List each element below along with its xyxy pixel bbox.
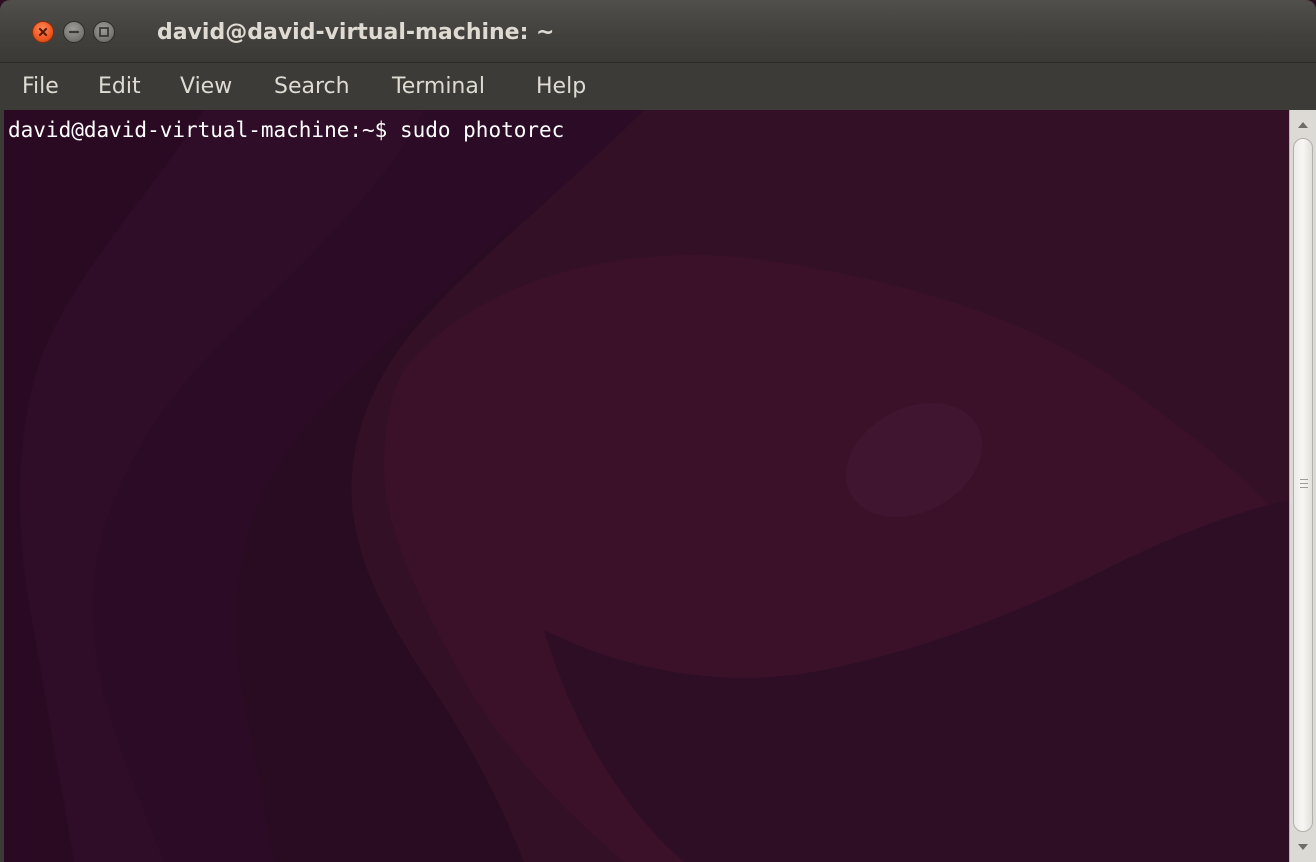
title-bar[interactable]: david@david-virtual-machine: ~ [0,0,1316,62]
menu-terminal[interactable]: Terminal [392,71,485,103]
grip-line [1300,479,1308,480]
close-button[interactable] [32,21,54,43]
scrollbar-thumb[interactable] [1293,138,1313,832]
menu-edit[interactable]: Edit [98,71,141,103]
terminal-area[interactable]: david@david-virtual-machine:~$ sudo phot… [4,110,1289,862]
scroll-down-arrow-icon[interactable] [1290,834,1316,860]
minimize-button[interactable] [63,21,85,43]
terminal-window: david@david-virtual-machine: ~ File Edit… [0,0,1316,862]
maximize-button[interactable] [93,21,115,43]
menu-search[interactable]: Search [274,71,350,103]
menu-help[interactable]: Help [536,71,586,103]
maximize-icon [99,27,109,37]
menu-file[interactable]: File [22,71,59,103]
vertical-scrollbar[interactable] [1289,110,1316,862]
window-title: david@david-virtual-machine: ~ [157,20,555,45]
menu-bar: File Edit View Search Terminal Help [0,62,1316,110]
grip-line [1300,487,1308,488]
terminal-background [4,110,1289,862]
shell-command: sudo photorec [399,118,565,142]
minimize-icon [68,30,80,34]
terminal-line: david@david-virtual-machine:~$ sudo phot… [8,116,564,144]
close-icon [38,27,48,37]
shell-prompt: david@david-virtual-machine:~$ [8,118,388,142]
menu-view[interactable]: View [180,71,232,103]
scroll-up-arrow-icon[interactable] [1290,112,1316,138]
grip-line [1300,483,1308,484]
